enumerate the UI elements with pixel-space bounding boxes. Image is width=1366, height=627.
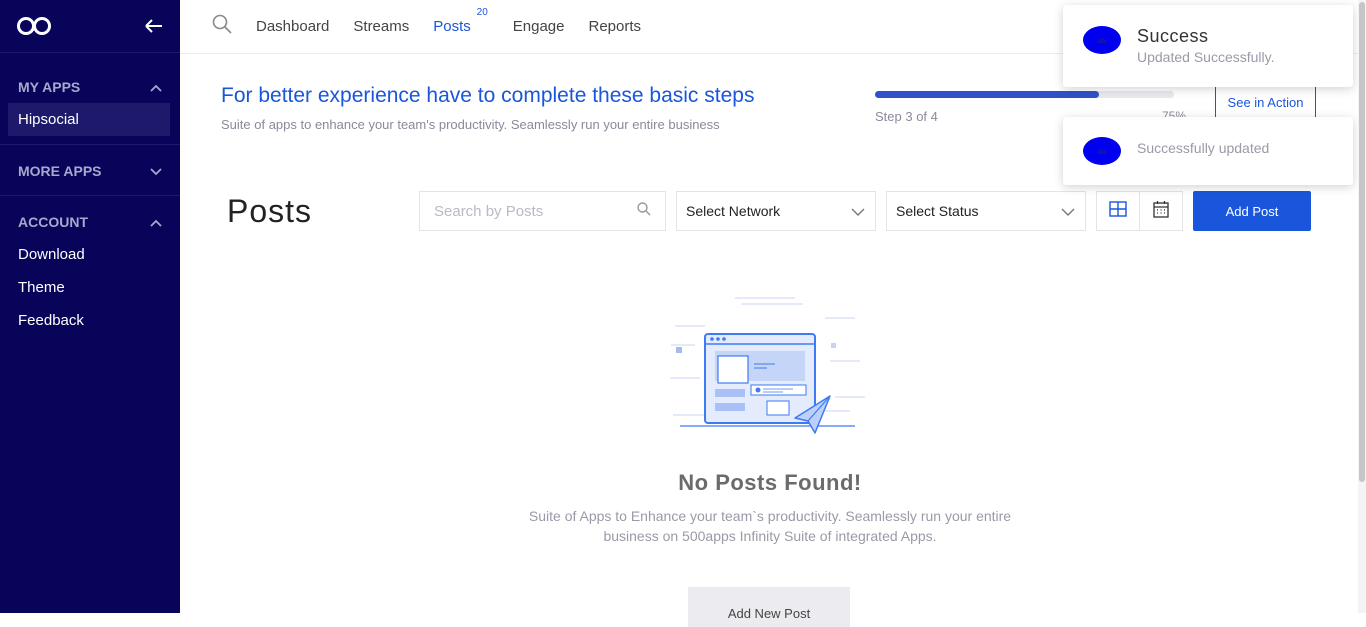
toast-title: Success bbox=[1137, 26, 1209, 46]
chevron-down-icon bbox=[851, 203, 865, 219]
chevron-down-icon bbox=[150, 163, 162, 179]
select-network-dropdown[interactable]: Select Network bbox=[676, 191, 876, 231]
nav-streams[interactable]: Streams bbox=[353, 18, 409, 35]
search-placeholder: Search by Posts bbox=[434, 202, 544, 220]
collapse-sidebar-icon[interactable] bbox=[144, 16, 164, 41]
grid-view-button[interactable] bbox=[1096, 191, 1140, 231]
sidebar-heading-label: ACCOUNT bbox=[18, 214, 88, 230]
sidebar-section-more-apps: MORE APPS bbox=[0, 145, 180, 196]
sidebar-heading-my-apps[interactable]: MY APPS bbox=[0, 71, 180, 103]
calendar-icon bbox=[1153, 200, 1169, 223]
success-icon bbox=[1083, 137, 1121, 165]
sidebar-heading-account[interactable]: ACCOUNT bbox=[0, 206, 180, 238]
search-posts-input[interactable]: Search by Posts bbox=[419, 191, 666, 231]
select-status-dropdown[interactable]: Select Status bbox=[886, 191, 1086, 231]
nav-posts-label: Posts bbox=[433, 18, 471, 35]
search-icon[interactable] bbox=[212, 14, 232, 39]
sidebar-heading-label: MY APPS bbox=[18, 79, 81, 95]
sidebar-heading-more-apps[interactable]: MORE APPS bbox=[0, 155, 180, 187]
success-icon bbox=[1083, 26, 1121, 54]
nav-dashboard[interactable]: Dashboard bbox=[256, 18, 329, 35]
chevron-up-icon bbox=[150, 79, 162, 95]
empty-posts-illustration bbox=[665, 293, 865, 448]
scrollbar-thumb[interactable] bbox=[1359, 2, 1365, 482]
add-new-post-button[interactable]: Add New Post bbox=[688, 587, 850, 627]
sidebar-header bbox=[0, 0, 180, 53]
sidebar-item-download[interactable]: Download bbox=[0, 238, 180, 271]
nav-reports[interactable]: Reports bbox=[588, 18, 641, 35]
see-in-action-button[interactable]: See in Action bbox=[1215, 85, 1316, 119]
page-title: Posts bbox=[227, 193, 313, 229]
select-status-value: Select Status bbox=[896, 203, 979, 219]
search-icon bbox=[637, 202, 651, 220]
sidebar-section-my-apps: MY APPS Hipsocial bbox=[0, 53, 180, 145]
toast-message: Successfully updated bbox=[1137, 140, 1270, 156]
onboarding-progress-bar bbox=[875, 91, 1174, 98]
empty-state-title: No Posts Found! bbox=[678, 470, 862, 495]
sidebar-item-theme[interactable]: Theme bbox=[0, 271, 180, 304]
posts-count-badge: 20 bbox=[476, 7, 488, 18]
page-scrollbar[interactable] bbox=[1358, 0, 1366, 613]
toast-message: Updated Successfully. bbox=[1137, 49, 1275, 65]
add-post-button[interactable]: Add Post bbox=[1193, 191, 1311, 231]
empty-state-description: Suite of Apps to Enhance your team`s pro… bbox=[528, 508, 1012, 544]
nav-engage[interactable]: Engage bbox=[513, 18, 565, 35]
sidebar-item-hipsocial[interactable]: Hipsocial bbox=[8, 103, 170, 136]
infinity-logo-icon[interactable] bbox=[16, 16, 52, 41]
sidebar-section-account: ACCOUNT Download Theme Feedback bbox=[0, 196, 180, 345]
sidebar: MY APPS Hipsocial MORE APPS ACCOUNT Down… bbox=[0, 0, 180, 613]
chevron-up-icon bbox=[150, 214, 162, 230]
update-toast[interactable]: Successfully updated bbox=[1063, 117, 1353, 185]
progress-fill bbox=[875, 91, 1100, 98]
select-network-value: Select Network bbox=[686, 203, 781, 219]
grid-icon bbox=[1109, 200, 1127, 222]
sidebar-heading-label: MORE APPS bbox=[18, 163, 102, 179]
progress-step-text: Step 3 of 4 bbox=[875, 109, 938, 124]
onboarding-title: For better experience have to complete t… bbox=[221, 84, 755, 107]
sidebar-item-feedback[interactable]: Feedback bbox=[0, 304, 180, 337]
calendar-view-button[interactable] bbox=[1139, 191, 1183, 231]
main-content: Dashboard Streams Posts 20 Engage Report… bbox=[180, 0, 1358, 627]
onboarding-subtitle: Suite of apps to enhance your team's pro… bbox=[221, 117, 720, 132]
success-toast[interactable]: Success Updated Successfully. bbox=[1063, 5, 1353, 87]
chevron-down-icon bbox=[1061, 203, 1075, 219]
nav-posts[interactable]: Posts 20 bbox=[433, 7, 488, 35]
